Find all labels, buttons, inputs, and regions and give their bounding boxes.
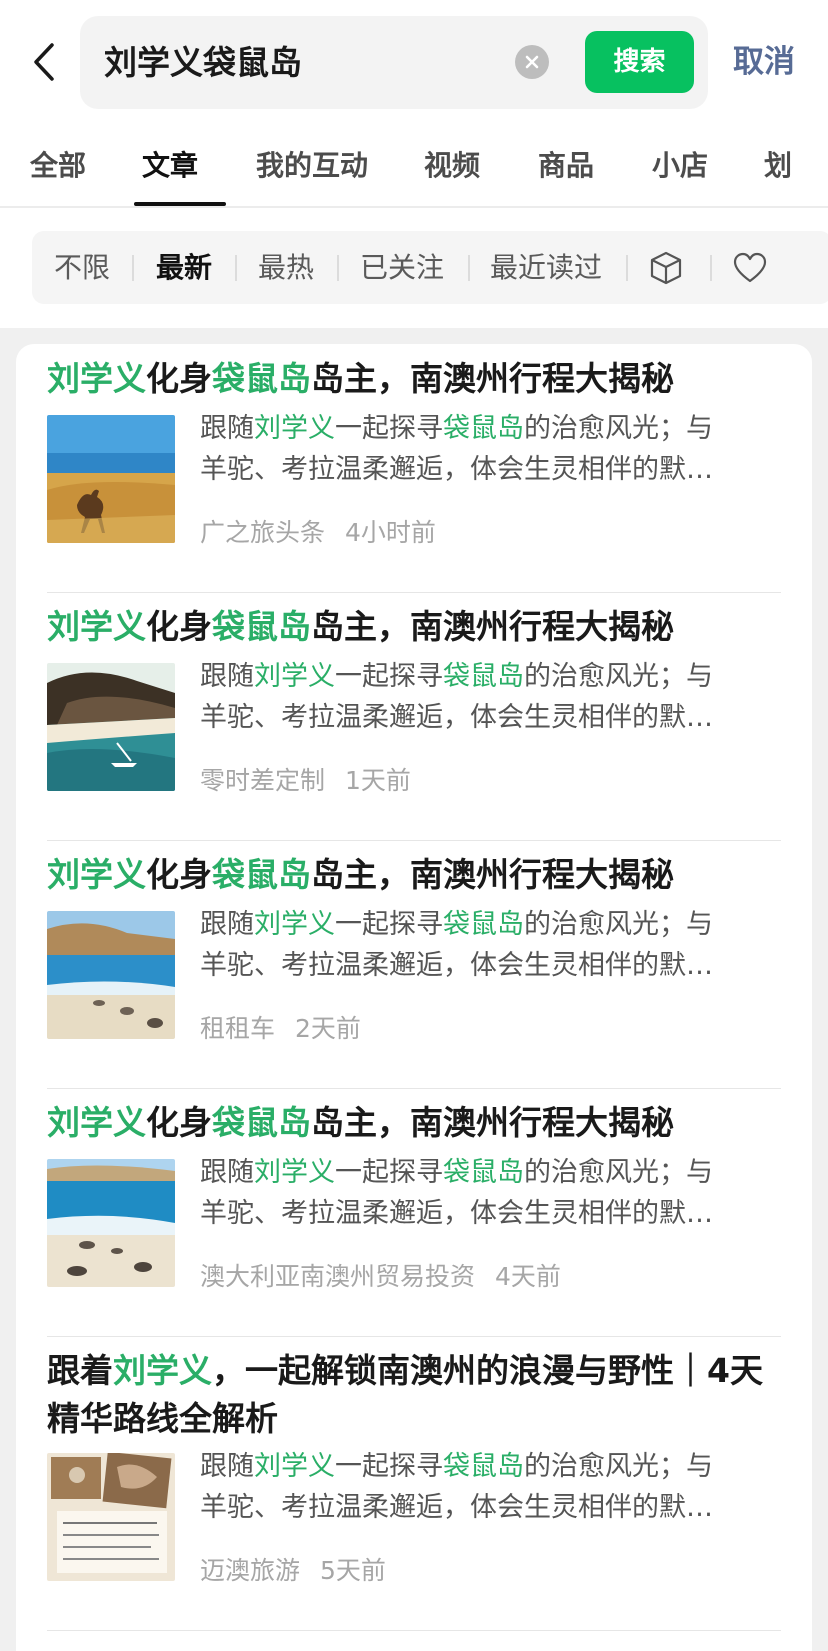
result-item[interactable]: 刘学义化身袋鼠岛岛主，南澳州行程大揭秘 跟随刘学义一起探寻袋鼠岛的治愈风光；与 … bbox=[47, 355, 781, 547]
result-time: 5天前 bbox=[320, 1556, 386, 1585]
search-query-text: 刘学义袋鼠岛 bbox=[104, 43, 302, 82]
filter-hottest[interactable]: 最热 bbox=[258, 231, 314, 304]
result-thumbnail bbox=[47, 911, 175, 1039]
clear-search-button[interactable] bbox=[515, 45, 549, 79]
filter-unlimited[interactable]: 不限 bbox=[54, 231, 110, 304]
result-description: 跟随刘学义一起探寻袋鼠岛的治愈风光；与 羊驼、考拉温柔邂逅，体会生灵相伴的默… bbox=[200, 1451, 713, 1523]
filter-divider bbox=[468, 255, 470, 281]
result-divider bbox=[47, 1336, 781, 1337]
results-card: 刘学义化身袋鼠岛岛主，南澳州行程大揭秘 跟随刘学义一起探寻袋鼠岛的治愈风光；与 … bbox=[16, 344, 812, 1651]
chevron-left-icon bbox=[34, 43, 54, 81]
tab-products[interactable]: 商品 bbox=[538, 126, 594, 206]
result-description: 跟随刘学义一起探寻袋鼠岛的治愈风光；与 羊驼、考拉温柔邂逅，体会生灵相伴的默… bbox=[200, 413, 713, 485]
result-meta: 零时差定制 1天前 bbox=[200, 761, 411, 797]
tabs-divider bbox=[0, 206, 828, 208]
cancel-button[interactable]: 取消 bbox=[733, 36, 795, 88]
filter-divider bbox=[235, 255, 237, 281]
result-meta: 广之旅头条 4小时前 bbox=[200, 513, 436, 549]
result-thumbnail bbox=[47, 1453, 175, 1581]
tab-videos[interactable]: 视频 bbox=[424, 126, 480, 206]
tab-all[interactable]: 全部 bbox=[30, 126, 86, 206]
close-icon bbox=[525, 55, 539, 69]
result-divider bbox=[47, 1630, 781, 1631]
result-source[interactable]: 澳大利亚南澳州贸易投资 bbox=[200, 1262, 475, 1291]
result-title: 刘学义化身袋鼠岛岛主，南澳州行程大揭秘 bbox=[47, 607, 674, 646]
tab-shops[interactable]: 小店 bbox=[652, 126, 708, 206]
filter-followed[interactable]: 已关注 bbox=[360, 231, 444, 304]
result-source[interactable]: 零时差定制 bbox=[200, 766, 325, 795]
search-button[interactable]: 搜索 bbox=[585, 31, 694, 93]
result-thumbnail bbox=[47, 663, 175, 791]
result-item[interactable]: 跟着刘学义，一起解锁南澳州的浪漫与野性｜4天精华路线全解析 跟随刘学义一起探寻袋… bbox=[47, 1347, 781, 1585]
result-description: 跟随刘学义一起探寻袋鼠岛的治愈风光；与 羊驼、考拉温柔邂逅，体会生灵相伴的默… bbox=[200, 1157, 713, 1229]
result-title: 刘学义化身袋鼠岛岛主，南澳州行程大揭秘 bbox=[47, 1103, 674, 1142]
result-divider bbox=[47, 592, 781, 593]
result-time: 2天前 bbox=[295, 1014, 361, 1043]
category-tabs: 全部 文章 我的互动 视频 商品 小店 划 bbox=[0, 126, 828, 206]
heart-icon[interactable] bbox=[731, 249, 769, 287]
result-source[interactable]: 租租车 bbox=[200, 1014, 275, 1043]
result-title: 跟着刘学义，一起解锁南澳州的浪漫与野性｜4天精华路线全解析 bbox=[47, 1351, 763, 1438]
tab-my-interactions[interactable]: 我的互动 bbox=[256, 126, 368, 206]
result-description: 跟随刘学义一起探寻袋鼠岛的治愈风光；与 羊驼、考拉温柔邂逅，体会生灵相伴的默… bbox=[200, 661, 713, 733]
filter-divider bbox=[337, 255, 339, 281]
result-description: 跟随刘学义一起探寻袋鼠岛的治愈风光；与 羊驼、考拉温柔邂逅，体会生灵相伴的默… bbox=[200, 909, 713, 981]
result-source[interactable]: 广之旅头条 bbox=[200, 518, 325, 547]
top-bar: 刘学义袋鼠岛 搜索 取消 bbox=[0, 0, 828, 126]
result-meta: 澳大利亚南澳州贸易投资 4天前 bbox=[200, 1257, 561, 1293]
result-time: 4天前 bbox=[495, 1262, 561, 1291]
search-input[interactable]: 刘学义袋鼠岛 搜索 bbox=[80, 16, 708, 109]
result-item[interactable]: 刘学义化身袋鼠岛岛主，南澳州行程大揭秘 跟随刘学义一起探寻袋鼠岛的治愈风光；与 … bbox=[47, 603, 781, 795]
result-title: 刘学义化身袋鼠岛岛主，南澳州行程大揭秘 bbox=[47, 359, 674, 398]
back-button[interactable] bbox=[22, 36, 66, 88]
cube-icon[interactable] bbox=[647, 249, 685, 287]
filter-divider bbox=[710, 255, 712, 281]
filter-recently-read[interactable]: 最近读过 bbox=[490, 231, 602, 304]
result-title: 刘学义化身袋鼠岛岛主，南澳州行程大揭秘 bbox=[47, 855, 674, 894]
result-divider bbox=[47, 840, 781, 841]
result-time: 1天前 bbox=[345, 766, 411, 795]
result-source[interactable]: 迈澳旅游 bbox=[200, 1556, 300, 1585]
result-item[interactable]: 刘学义化身袋鼠岛岛主，南澳州行程大揭秘 跟随刘学义一起探寻袋鼠岛的治愈风光；与 … bbox=[47, 851, 781, 1043]
filter-latest[interactable]: 最新 bbox=[156, 231, 212, 304]
result-meta: 迈澳旅游 5天前 bbox=[200, 1551, 386, 1587]
result-thumbnail bbox=[47, 415, 175, 543]
tab-articles[interactable]: 文章 bbox=[142, 126, 198, 206]
result-divider bbox=[47, 1088, 781, 1089]
result-meta: 租租车 2天前 bbox=[200, 1009, 361, 1045]
filter-bar: 不限 最新 最热 已关注 最近读过 bbox=[32, 231, 828, 304]
filter-divider bbox=[626, 255, 628, 281]
filter-divider bbox=[132, 255, 134, 281]
tab-more[interactable]: 划 bbox=[764, 126, 792, 206]
result-thumbnail bbox=[47, 1159, 175, 1287]
result-time: 4小时前 bbox=[345, 518, 436, 547]
result-item[interactable]: 刘学义化身袋鼠岛岛主，南澳州行程大揭秘 跟随刘学义一起探寻袋鼠岛的治愈风光；与 … bbox=[47, 1099, 781, 1291]
